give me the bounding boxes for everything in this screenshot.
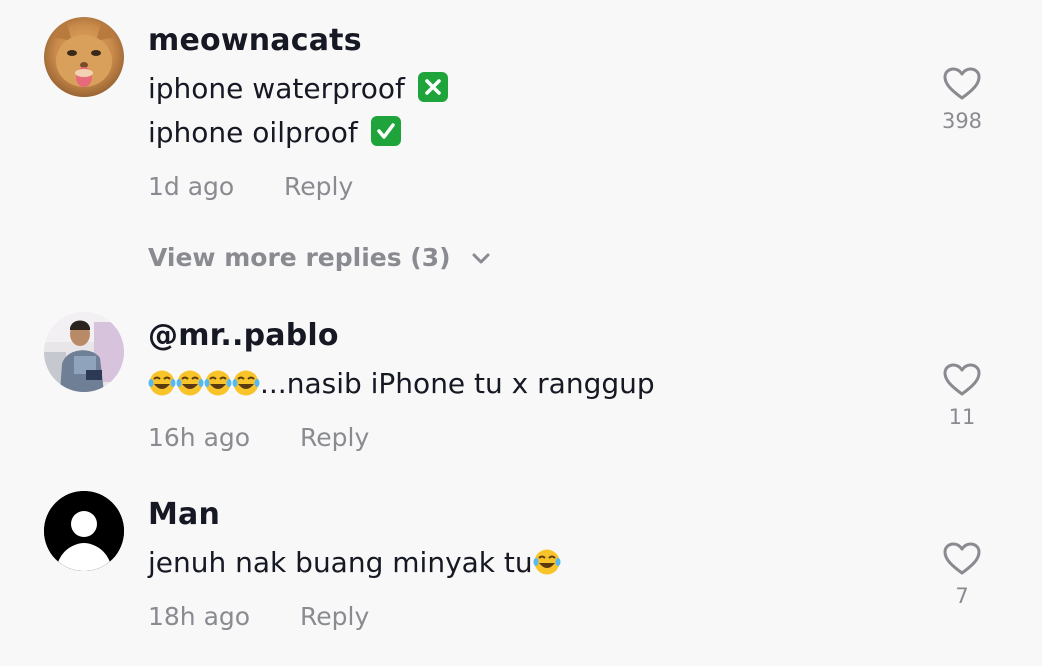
comment-text: jenuh nak buang minyak tu: [148, 545, 561, 581]
view-more-replies-label: View more replies (3): [148, 243, 451, 272]
heart-icon[interactable]: [943, 363, 981, 397]
like-count: 7: [955, 584, 969, 608]
avatar[interactable]: [44, 312, 124, 392]
comment-text: iphone waterproof: [148, 71, 448, 107]
comment-text: ...nasib iPhone tu x ranggup: [148, 366, 655, 402]
check-mark-emoji-icon: [370, 116, 401, 146]
view-more-replies-button[interactable]: View more replies (3): [148, 243, 491, 272]
laughing-tears-emoji-icon: [533, 549, 561, 575]
like-count: 398: [941, 109, 983, 133]
cat-photo-avatar-icon: [44, 17, 124, 97]
like-button[interactable]: 7: [932, 542, 992, 608]
comment-timestamp: 18h ago: [148, 602, 251, 631]
comment-username[interactable]: @mr..pablo: [148, 318, 339, 353]
laughing-tears-emoji-icon: [232, 370, 260, 396]
cross-mark-emoji-icon: [417, 72, 448, 102]
comment-text-line: jenuh nak buang minyak tu: [148, 546, 533, 579]
reply-button[interactable]: Reply: [300, 602, 369, 631]
comment-username[interactable]: Man: [148, 497, 220, 532]
default-user-avatar-icon: [44, 491, 124, 571]
comment-username[interactable]: meownacats: [148, 23, 362, 58]
like-button[interactable]: 11: [932, 363, 992, 429]
avatar[interactable]: [44, 491, 124, 571]
laughing-tears-emoji-icon: [148, 370, 176, 396]
like-button[interactable]: 398: [932, 67, 992, 133]
comment-text-line: iphone waterproof: [148, 72, 405, 105]
comment-timestamp: 16h ago: [148, 423, 251, 452]
person-photo-avatar-icon: [44, 312, 124, 392]
reply-button[interactable]: Reply: [300, 423, 369, 452]
laughing-tears-emoji-icon: [204, 370, 232, 396]
comment-text-line: ...nasib iPhone tu x ranggup: [260, 367, 655, 400]
laughing-tears-emoji-icon: [176, 370, 204, 396]
comment-text-line: iphone oilproof: [148, 116, 358, 149]
heart-icon[interactable]: [943, 67, 981, 101]
avatar[interactable]: [44, 17, 124, 97]
comment-text: iphone oilproof: [148, 115, 401, 151]
reply-button[interactable]: Reply: [284, 172, 353, 201]
heart-icon[interactable]: [943, 542, 981, 576]
comment-timestamp: 1d ago: [148, 172, 235, 201]
chevron-down-icon: [472, 253, 490, 264]
like-count: 11: [948, 405, 976, 429]
